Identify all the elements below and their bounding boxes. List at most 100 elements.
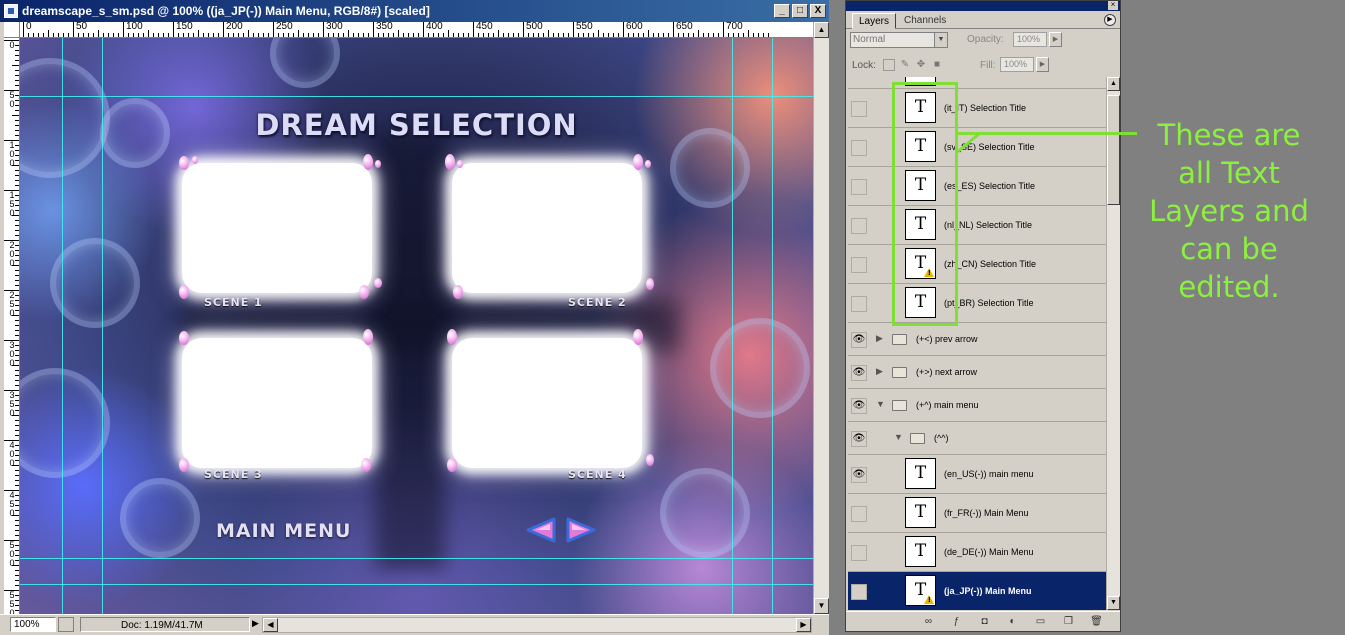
panel-menu-icon[interactable]: ▶ <box>1104 14 1116 26</box>
ruler-minor-tick <box>15 55 19 56</box>
collapsed-triangle-icon[interactable]: ▶ <box>876 333 883 344</box>
ruler-minor-tick <box>168 33 169 37</box>
ruler-minor-tick <box>543 33 544 37</box>
scroll-up-arrow-icon[interactable]: ▲ <box>814 22 829 38</box>
visibility-toggle[interactable] <box>851 545 867 561</box>
folder-icon <box>892 400 907 411</box>
vertical-ruler[interactable]: 05 01 0 01 5 02 0 02 5 03 0 03 5 04 0 04… <box>4 38 20 614</box>
visibility-toggle[interactable] <box>851 218 867 234</box>
visibility-toggle[interactable] <box>851 296 867 312</box>
next-arrow-icon[interactable] <box>564 516 598 544</box>
scroll-down-arrow-icon[interactable]: ▼ <box>814 598 829 614</box>
minimize-button[interactable]: _ <box>774 4 790 18</box>
scene-1-thumbnail[interactable] <box>182 163 372 293</box>
text-layer-row[interactable]: T (pt_BR) Selection Title <box>848 284 1106 323</box>
text-layer-row[interactable]: T (de_DE(-)) Main Menu <box>848 533 1106 572</box>
layers-scroll-down-icon[interactable]: ▼ <box>1107 596 1120 610</box>
delete-layer-icon[interactable]: 🗑 <box>1090 615 1103 628</box>
fill-field[interactable]: 100% <box>1000 57 1034 72</box>
gem-ornament <box>375 160 381 168</box>
panel-close-icon[interactable]: × <box>1108 1 1118 10</box>
status-menu-arrow-icon[interactable]: ▶ <box>252 618 259 629</box>
new-layer-icon[interactable]: ❐ <box>1062 615 1075 628</box>
layer-group-row[interactable]: 👁 ▼ (^^) <box>848 422 1106 455</box>
opacity-slider-arrow-icon[interactable]: ▶ <box>1049 32 1062 47</box>
layers-scroll-thumb[interactable] <box>1107 95 1120 205</box>
text-layer-row[interactable]: T! (ja_JP(-)) Main Menu <box>848 572 1106 610</box>
scene-3-label: SCENE 3 <box>204 468 263 481</box>
canvas[interactable]: DREAM SELECTION SCENE 1 SCENE 2 SCENE 3 … <box>20 38 813 614</box>
visibility-toggle[interactable] <box>851 101 867 117</box>
visibility-toggle[interactable] <box>851 584 867 600</box>
scene-3-thumbnail[interactable] <box>182 338 372 468</box>
collapsed-triangle-icon[interactable]: ▶ <box>876 366 883 377</box>
scene-2-thumbnail[interactable] <box>452 163 642 293</box>
maximize-button[interactable]: □ <box>792 4 808 18</box>
layer-style-icon[interactable]: ƒ <box>950 615 963 628</box>
text-layer-row[interactable]: T (fr_FR(-)) Main Menu <box>848 494 1106 533</box>
lock-transparency-icon[interactable] <box>883 59 895 71</box>
document-title-bar[interactable]: dreamscape_s_sm.psd @ 100% ((ja_JP(-)) M… <box>0 0 829 22</box>
scroll-right-arrow-icon[interactable]: ▶ <box>796 618 811 632</box>
blend-mode-select[interactable]: Normal ▼ <box>850 32 948 48</box>
scroll-left-arrow-icon[interactable]: ◀ <box>263 618 278 632</box>
prev-arrow-icon[interactable] <box>524 516 558 544</box>
fill-slider-arrow-icon[interactable]: ▶ <box>1036 57 1049 72</box>
ruler-origin[interactable] <box>4 22 20 38</box>
zoom-level-field[interactable]: 100% <box>10 617 56 632</box>
text-layer-thumbnail-icon: T! <box>905 575 936 606</box>
horizontal-scrollbar[interactable]: ◀ ▶ <box>262 617 812 633</box>
main-menu-button[interactable]: MAIN MENU <box>216 520 351 542</box>
lock-position-move-icon[interactable]: ✥ <box>915 59 927 71</box>
ruler-minor-tick <box>15 345 19 346</box>
visibility-toggle[interactable] <box>851 179 867 195</box>
panel-title-bar[interactable]: × <box>846 1 1120 11</box>
scene-4-thumbnail[interactable] <box>452 338 642 468</box>
layers-scroll-up-icon[interactable]: ▲ <box>1107 77 1120 91</box>
close-button[interactable]: X <box>810 4 826 18</box>
vertical-scrollbar[interactable]: ▲ ▼ <box>813 22 829 614</box>
visibility-toggle[interactable] <box>851 506 867 522</box>
eye-visibility-icon[interactable]: 👁 <box>851 365 867 381</box>
eye-visibility-icon[interactable]: 👁 <box>851 332 867 348</box>
text-layer-row[interactable]: 👁 T (en_US(-)) main menu <box>848 455 1106 494</box>
opacity-field[interactable]: 100% <box>1013 32 1047 47</box>
status-options-icon[interactable] <box>58 617 74 632</box>
eye-visibility-icon[interactable]: 👁 <box>851 398 867 414</box>
guide-line[interactable] <box>20 96 813 97</box>
ruler-minor-tick <box>718 33 719 37</box>
add-mask-icon[interactable]: ◘ <box>978 615 991 628</box>
ruler-minor-tick <box>15 545 19 546</box>
eye-visibility-icon[interactable]: 👁 <box>851 431 867 447</box>
tab-channels[interactable]: Channels <box>898 13 952 29</box>
lock-image-brush-icon[interactable]: ✎ <box>899 59 911 71</box>
layer-group-row[interactable]: 👁 ▶ (+>) next arrow <box>848 356 1106 389</box>
lock-all-padlock-icon[interactable]: ■ <box>931 59 943 71</box>
expanded-triangle-icon[interactable]: ▼ <box>876 399 885 409</box>
guide-line[interactable] <box>20 584 813 585</box>
ruler-minor-tick <box>15 260 19 261</box>
adjustment-layer-icon[interactable]: ◐ <box>1006 615 1019 628</box>
layers-scrollbar[interactable]: ▲ ▼ <box>1106 77 1120 610</box>
horizontal-ruler[interactable]: 0 50 100 150 200 250 300 350 400 450 500 550 600 650 7… <box>20 22 813 38</box>
text-layer-row[interactable]: T (it_IT) Selection Title <box>848 89 1106 128</box>
visibility-toggle[interactable] <box>851 140 867 156</box>
layers-list[interactable]: T T(it_IT) Selection TitleT(sv_SE) Selec… <box>848 77 1106 610</box>
expanded-triangle-icon[interactable]: ▼ <box>894 432 903 442</box>
guide-line[interactable] <box>20 558 813 559</box>
tab-layers[interactable]: Layers <box>852 13 897 29</box>
ruler-minor-tick <box>12 465 19 466</box>
layer-row-partial[interactable]: T <box>848 77 1106 89</box>
text-layers-highlight <box>892 82 958 326</box>
ruler-minor-tick <box>15 610 19 611</box>
eye-visibility-icon[interactable]: 👁 <box>851 467 867 483</box>
text-layer-row[interactable]: T! (zh_CN) Selection Title <box>848 245 1106 284</box>
text-layer-row[interactable]: T (es_ES) Selection Title <box>848 167 1106 206</box>
link-layers-icon[interactable]: ∞ <box>922 615 935 628</box>
layer-group-row[interactable]: 👁 ▼ (+^) main menu <box>848 389 1106 422</box>
new-group-icon[interactable]: ▭ <box>1034 615 1047 628</box>
text-layer-row[interactable]: T (nl_NL) Selection Title <box>848 206 1106 245</box>
layer-group-row[interactable]: 👁 ▶ (+<) prev arrow <box>848 323 1106 356</box>
visibility-toggle[interactable] <box>851 257 867 273</box>
gem-ornament <box>359 285 369 299</box>
